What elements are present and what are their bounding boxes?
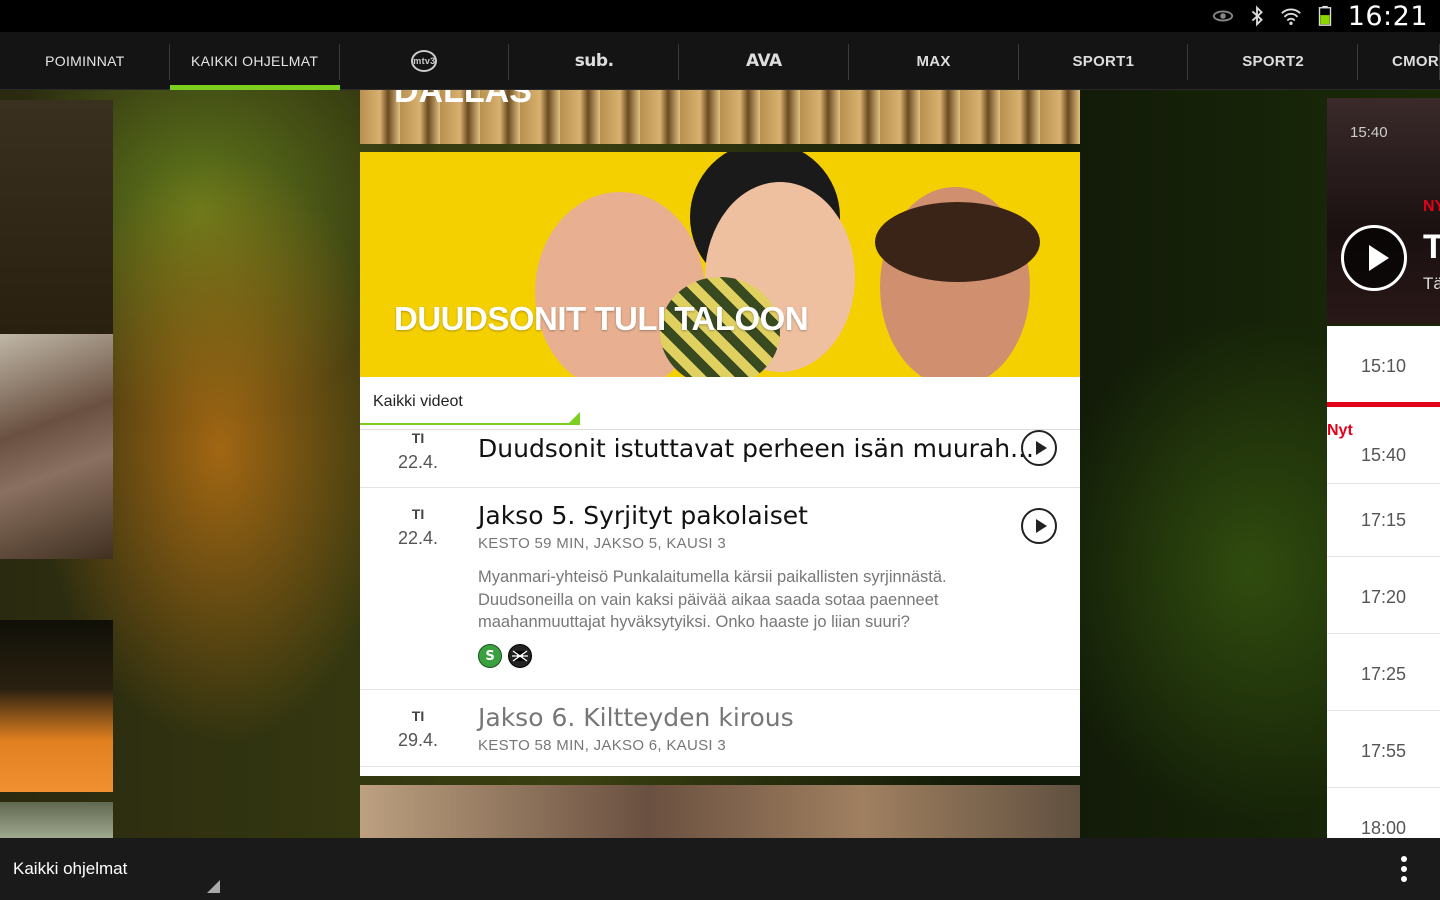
episode-meta: KESTO 58 MIN, JAKSO 6, KAUSI 3 bbox=[478, 737, 726, 754]
tab-label: POIMINNAT bbox=[45, 53, 125, 69]
spider-icon bbox=[512, 650, 528, 662]
schedule-list: 15:10 15:40 Nyt 17:15 17:20 17:25 17:55 … bbox=[1327, 326, 1440, 838]
tab-label: KAIKKI OHJELMAT bbox=[191, 53, 319, 69]
episode-day: TI bbox=[411, 506, 425, 522]
subtitle-s-icon: S bbox=[478, 644, 502, 668]
episode-date: 22.4. bbox=[397, 452, 439, 472]
show-title: DUUDSONIT TULI TALOON bbox=[394, 300, 809, 337]
video-filter-dropdown[interactable]: Kaikki videot bbox=[360, 377, 1080, 430]
mtv3-logo-icon: mtv3 bbox=[411, 50, 438, 72]
status-clock: 16:21 bbox=[1347, 0, 1428, 32]
max-logo-icon: MAX bbox=[916, 52, 951, 70]
show-hero-image[interactable]: DUUDSONIT TULI TALOON bbox=[360, 152, 1080, 377]
tab-ava[interactable]: AVA bbox=[679, 32, 849, 90]
tab-kaikki-ohjelmat[interactable]: KAIKKI OHJELMAT bbox=[169, 32, 340, 90]
sport2-logo-icon: SPORT2 bbox=[1242, 52, 1305, 70]
tab-max[interactable]: MAX bbox=[849, 32, 1019, 90]
schedule-item[interactable]: 18:00 bbox=[1327, 788, 1440, 838]
tab-sport1[interactable]: SPORT1 bbox=[1019, 32, 1189, 90]
show-thumbnail[interactable] bbox=[0, 334, 113, 559]
status-bar: 16:21 bbox=[0, 0, 1440, 32]
filter-underline bbox=[360, 423, 580, 425]
now-subtitle: Tä bbox=[1423, 274, 1440, 293]
tab-cmore[interactable]: CMORE bbox=[1358, 32, 1440, 90]
bluetooth-icon bbox=[1251, 5, 1263, 27]
eye-icon bbox=[1212, 10, 1233, 22]
tab-mtv3[interactable]: mtv3 bbox=[340, 32, 510, 90]
play-button[interactable] bbox=[1021, 508, 1057, 544]
episode-row[interactable]: TI 22.4. Jakso 5. Syrjityt pakolaiset KE… bbox=[360, 488, 1080, 690]
bottom-bar: Kaikki ohjelmat bbox=[0, 838, 1440, 900]
now-label: Nyt bbox=[1327, 422, 1353, 439]
overflow-menu-icon[interactable] bbox=[1394, 856, 1414, 884]
now-playing-time: 15:40 bbox=[1350, 124, 1388, 141]
schedule-time: 18:00 bbox=[1360, 818, 1407, 838]
cmore-logo-icon: CMORE bbox=[1392, 52, 1440, 70]
schedule-time: 17:15 bbox=[1360, 510, 1407, 530]
wifi-icon bbox=[1280, 8, 1301, 25]
episode-date: 29.4. bbox=[397, 730, 439, 750]
schedule-time: 15:10 bbox=[1360, 356, 1407, 376]
ava-logo-icon: AVA bbox=[746, 51, 782, 71]
episode-day: TI bbox=[411, 708, 425, 724]
episode-row[interactable]: TI 22.4. Duudsonit istuttavat perheen is… bbox=[360, 430, 1080, 488]
sub-logo-icon: sub. bbox=[574, 51, 614, 71]
schedule-item-now[interactable]: 15:40 bbox=[1327, 407, 1440, 484]
schedule-item[interactable]: 17:20 bbox=[1327, 557, 1440, 634]
episode-title: Jakso 6. Kiltteyden kirous bbox=[478, 703, 794, 732]
battery-icon bbox=[1318, 5, 1331, 26]
now-label: NY bbox=[1423, 198, 1440, 215]
episode-date: 22.4. bbox=[397, 528, 439, 548]
channel-tabs: POIMINNAT KAIKKI OHJELMAT mtv3 sub. AVA … bbox=[0, 32, 1440, 90]
schedule-time: 15:40 bbox=[1360, 445, 1407, 465]
hero-person bbox=[875, 202, 1040, 282]
age-rating-icon bbox=[508, 644, 532, 668]
schedule-item[interactable]: 17:25 bbox=[1327, 634, 1440, 711]
schedule-item[interactable]: 15:10 bbox=[1327, 326, 1440, 403]
schedule-item[interactable]: 17:15 bbox=[1327, 480, 1440, 557]
left-show-thumbnails bbox=[0, 90, 113, 838]
episode-title: Duudsonit istuttavat perheen isän muurah… bbox=[478, 434, 1034, 463]
show-title: DALLAS bbox=[394, 90, 532, 110]
episode-description: Myanmari-yhteisö Punkalaitumella kärsii … bbox=[478, 568, 947, 631]
tab-poiminnat[interactable]: POIMINNAT bbox=[0, 32, 170, 90]
category-selector[interactable]: Kaikki ohjelmat bbox=[13, 859, 127, 879]
show-card-dallas[interactable]: DALLAS bbox=[360, 90, 1080, 144]
dropdown-corner-icon bbox=[568, 412, 580, 424]
play-button[interactable] bbox=[1021, 430, 1057, 466]
schedule-time: 17:55 bbox=[1360, 741, 1407, 761]
show-card-next[interactable] bbox=[360, 785, 1080, 838]
episode-title: Jakso 5. Syrjityt pakolaiset bbox=[478, 501, 808, 530]
play-button-large[interactable] bbox=[1341, 225, 1407, 291]
dropdown-corner-icon bbox=[207, 880, 220, 893]
tab-sub[interactable]: sub. bbox=[509, 32, 679, 90]
episode-row[interactable]: TI 29.4. Jakso 6. Kiltteyden kirous KEST… bbox=[360, 690, 1080, 767]
show-thumbnail[interactable] bbox=[0, 802, 113, 838]
episode-day: TI bbox=[411, 430, 425, 446]
episode-meta: KESTO 59 MIN, JAKSO 5, KAUSI 3 bbox=[478, 535, 726, 552]
schedule-time: 17:25 bbox=[1360, 664, 1407, 684]
show-thumbnail[interactable] bbox=[0, 620, 113, 792]
now-playing-panel[interactable]: 15:40 NY T Tä bbox=[1327, 98, 1440, 324]
tab-sport2[interactable]: SPORT2 bbox=[1188, 32, 1358, 90]
schedule-item[interactable]: 17:55 bbox=[1327, 711, 1440, 788]
show-card-duudsonit: DUUDSONIT TULI TALOON Kaikki videot TI 2… bbox=[360, 152, 1080, 776]
show-thumbnail[interactable] bbox=[0, 100, 113, 334]
now-title: T bbox=[1423, 228, 1440, 266]
schedule-time: 17:20 bbox=[1360, 587, 1407, 607]
filter-label: Kaikki videot bbox=[373, 393, 463, 410]
sport1-logo-icon: SPORT1 bbox=[1072, 52, 1135, 70]
